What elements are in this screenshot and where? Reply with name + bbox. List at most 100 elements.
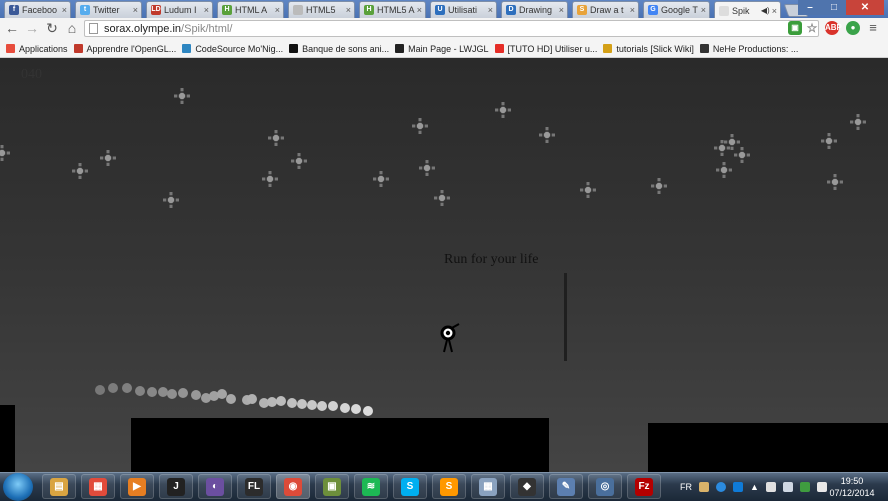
tab[interactable]: LD Ludum I × (146, 1, 213, 18)
extension-icon[interactable]: ▣ (788, 21, 802, 35)
address-bar[interactable]: sorax.olympe.in /Spik/html/ (84, 20, 819, 37)
bookmark-item[interactable]: Applications (6, 44, 68, 54)
url-path: /Spik/html/ (181, 22, 233, 35)
bookmark-item[interactable]: Banque de sons ani... (289, 44, 389, 54)
paint-icon: ✎ (557, 477, 575, 496)
sublime-icon: S (440, 477, 458, 496)
taskbar-app[interactable]: ▣ (315, 474, 349, 499)
game-canvas[interactable]: 040 Run for your life (0, 58, 888, 472)
star-icon (373, 171, 389, 187)
star-icon (100, 150, 116, 166)
star-icon (174, 88, 190, 104)
taskbar-app[interactable]: ◆ (510, 474, 544, 499)
system-clock[interactable]: 19:50 07/12/2014 (822, 475, 882, 499)
star-icon (827, 174, 843, 190)
close-tab-icon[interactable]: × (488, 5, 493, 15)
flag-icon[interactable] (765, 482, 776, 492)
bookmark-item[interactable]: [TUTO HD] Utiliser u... (494, 43, 598, 54)
close-tab-icon[interactable]: × (630, 5, 635, 15)
start-button[interactable] (3, 473, 33, 501)
dust-particle (297, 399, 307, 409)
taskbar-app[interactable]: J (159, 474, 193, 499)
tab[interactable]: H HTML5 A × (359, 1, 426, 18)
bluetooth-icon[interactable] (733, 482, 743, 492)
spotify-icon: ≋ (362, 477, 380, 496)
skype-icon: S (401, 477, 419, 496)
minimize-icon[interactable]: – (798, 0, 822, 15)
tab[interactable]: U Utilisati × (430, 1, 497, 18)
bookmark-item[interactable]: Main Page - LWJGL (395, 44, 489, 54)
bookmark-label: [TUTO HD] Utiliser u... (507, 43, 598, 54)
maximize-icon[interactable]: □ (822, 0, 846, 15)
network-icon: ◎ (596, 477, 614, 496)
reload-icon[interactable]: ↻ (44, 20, 60, 36)
close-tab-icon[interactable]: × (559, 5, 564, 15)
taskbar-app[interactable]: ▤ (42, 474, 76, 499)
tab[interactable]: t Twitter × (75, 1, 142, 18)
bookmark-label: Apprendre l'OpenGL... (86, 43, 177, 54)
window-controls: – □ ✕ (798, 0, 884, 15)
tab-label: Draw a t (590, 5, 624, 15)
close-tab-icon[interactable]: × (417, 5, 422, 15)
language-indicator[interactable]: FR (680, 482, 692, 492)
star-icon (419, 160, 435, 176)
network-tray-icon[interactable] (782, 482, 793, 492)
bookmark-icon (603, 44, 613, 53)
back-arrow-icon[interactable]: ← (4, 20, 20, 36)
close-tab-icon[interactable]: × (133, 5, 138, 15)
close-tab-icon[interactable]: × (275, 5, 280, 15)
taskbar-app[interactable]: ◎ (588, 474, 622, 499)
tab[interactable]: f Faceboo × (4, 1, 71, 18)
forward-arrow-icon[interactable]: → (24, 20, 40, 36)
show-hidden-icon[interactable]: ▲ (750, 482, 759, 492)
apps-icon: ▦ (89, 477, 107, 496)
taskbar-app[interactable]: S (393, 474, 427, 499)
bookmark-item[interactable]: tutorials [Slick Wiki] (603, 44, 694, 54)
adblock-icon[interactable]: ABP (825, 21, 842, 35)
html-icon: H (222, 5, 232, 15)
close-tab-icon[interactable]: × (772, 6, 777, 16)
tab[interactable]: D Drawing × (501, 1, 568, 18)
drive-icon[interactable] (799, 482, 810, 492)
platform-left (0, 405, 15, 472)
taskbar-app[interactable]: ◉ (276, 474, 310, 499)
tab[interactable]: H HTML A × (217, 1, 284, 18)
taskbar-app[interactable]: ✎ (549, 474, 583, 499)
close-window-icon[interactable]: ✕ (846, 0, 884, 15)
star-icon (850, 114, 866, 130)
tab[interactable]: S Draw a t × (572, 1, 639, 18)
star-icon (262, 171, 278, 187)
close-tab-icon[interactable]: × (701, 5, 706, 15)
tab-label: Twitter (93, 5, 120, 15)
bookmark-icon (73, 44, 83, 53)
taskbar-app[interactable]: ▦ (81, 474, 115, 499)
tab[interactable]: Spik ◀) × (714, 1, 781, 18)
bookmark-item[interactable]: NeHe Productions: ... (699, 44, 798, 54)
facebook-icon: f (9, 5, 19, 15)
taskbar-app[interactable]: ≋ (354, 474, 388, 499)
doc-icon: D (506, 5, 516, 15)
close-tab-icon[interactable]: × (346, 5, 351, 15)
close-tab-icon[interactable]: × (204, 5, 209, 15)
menu-icon[interactable]: ≡ (866, 21, 880, 35)
bookmark-item[interactable]: CodeSource Mo'Nig... (182, 44, 283, 54)
taskbar-app[interactable]: ▦ (471, 474, 505, 499)
bookmark-star-icon[interactable]: ☆ (805, 21, 819, 35)
taskbar-app[interactable]: ▶ (120, 474, 154, 499)
bookmark-icon (6, 44, 15, 53)
taskbar-app[interactable]: FL (237, 474, 271, 499)
close-tab-icon[interactable]: × (62, 5, 67, 15)
taskbar-app[interactable]: ◐ (198, 474, 232, 499)
dust-particle (108, 383, 118, 393)
bookmark-icon (699, 44, 709, 53)
tab[interactable]: HTML5 × (288, 1, 355, 18)
bookmark-item[interactable]: Apprendre l'OpenGL... (73, 43, 177, 54)
dust-particle (328, 401, 338, 411)
home-icon[interactable]: ⌂ (64, 20, 80, 36)
taskbar-app[interactable]: Fz (627, 474, 661, 499)
tray-app-icon[interactable] (699, 482, 709, 492)
extension-circle-icon[interactable]: ● (846, 21, 860, 35)
tab[interactable]: G Google T × (643, 1, 710, 18)
taskbar-app[interactable]: S (432, 474, 466, 499)
help-icon[interactable] (716, 482, 726, 492)
